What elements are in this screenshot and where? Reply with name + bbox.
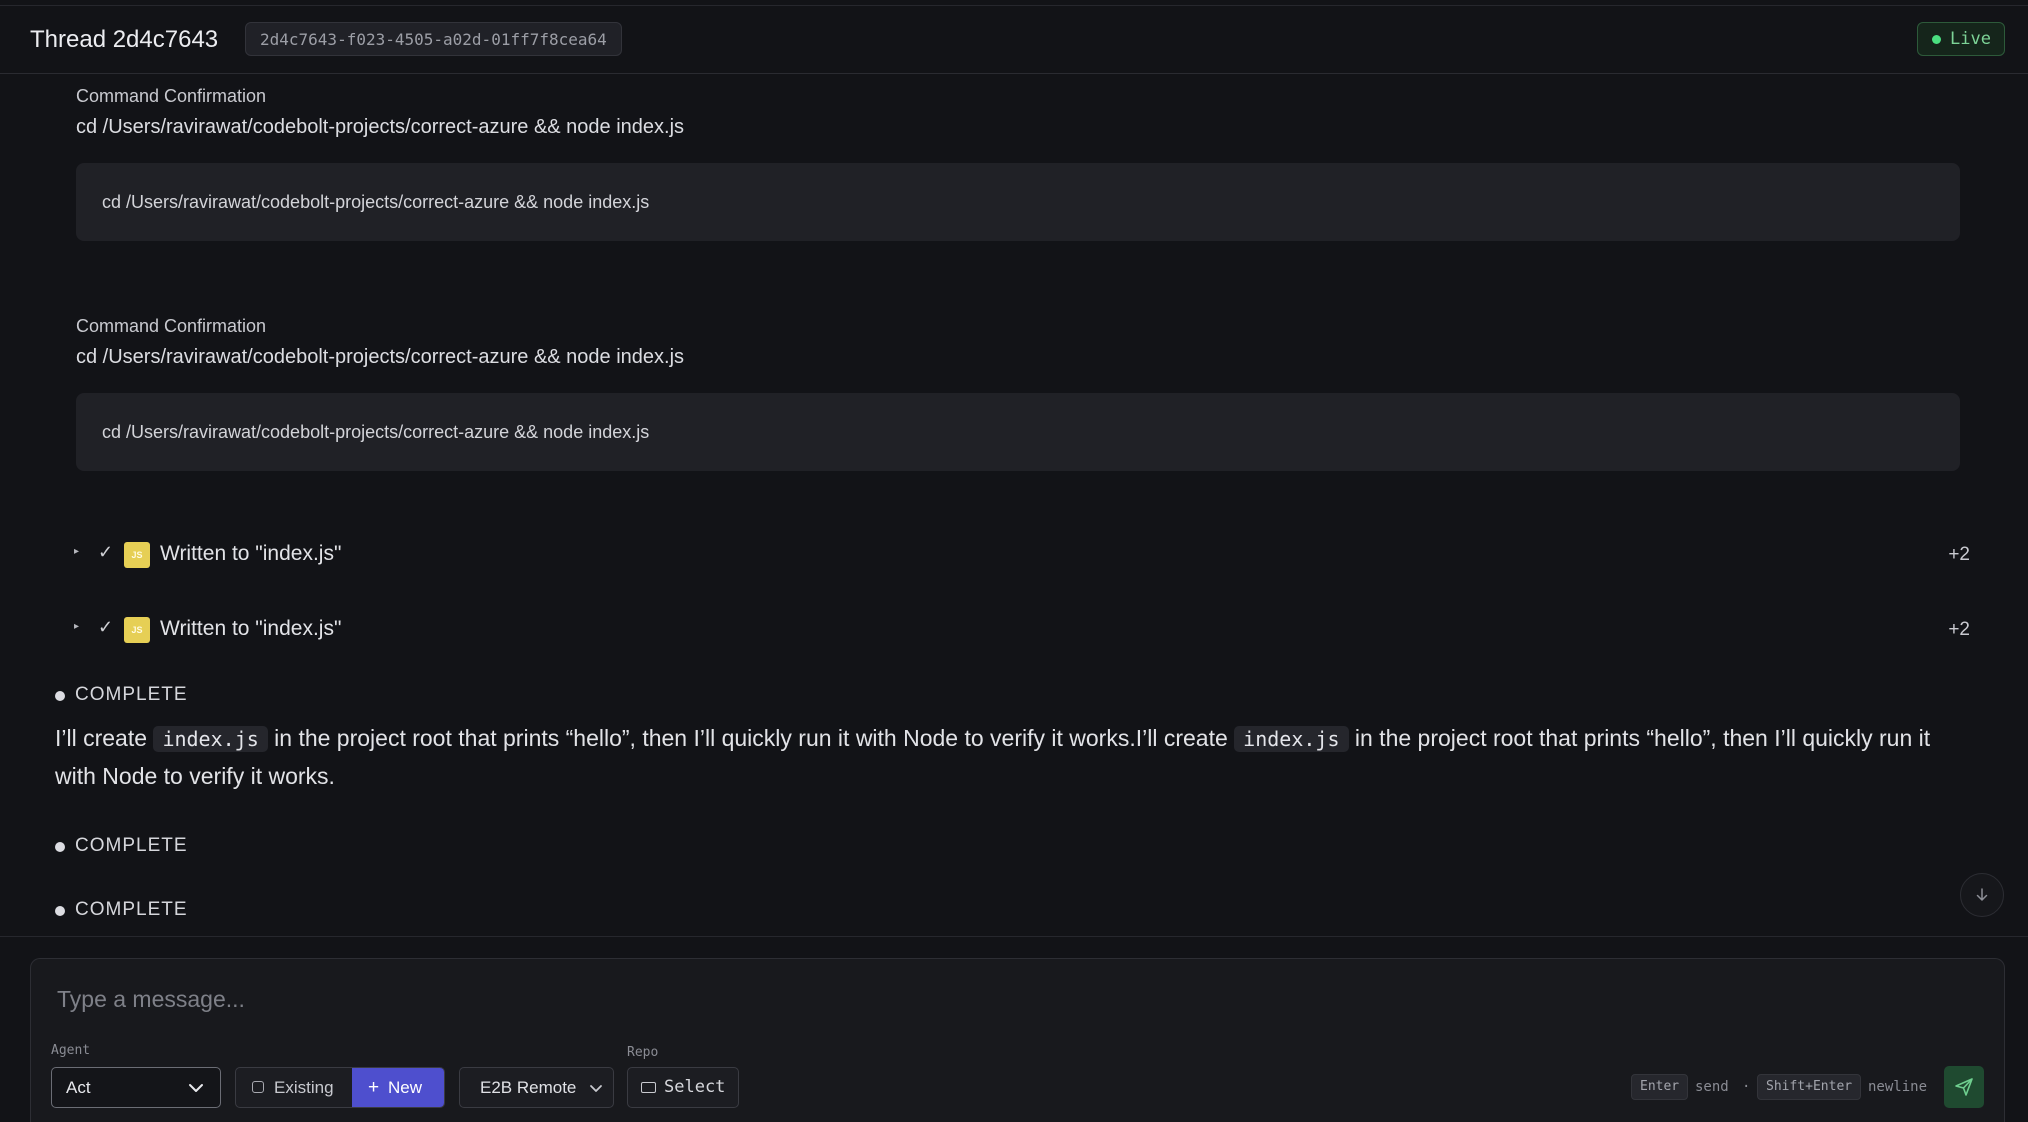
js-file-icon: JS [124,542,150,568]
plus-icon: + [368,1077,380,1098]
js-file-icon: JS [124,617,150,643]
repo-select-label: Select [664,1077,726,1097]
agent-select-value: Act [66,1078,91,1097]
command-code-block: cd /Users/ravirawat/codebolt-projects/co… [76,393,1960,471]
scroll-to-bottom-button[interactable] [1960,873,2004,917]
shift-enter-key-hint: Shift+Enter [1757,1074,1862,1100]
command-confirmation-label: Command Confirmation [76,316,267,336]
check-icon: ✓ [98,617,114,637]
agent-select[interactable]: Act [51,1067,221,1108]
repo-select-button[interactable]: Select [627,1067,739,1108]
enter-key-hint: Enter [1631,1074,1689,1100]
caret-right-icon[interactable]: ▸ [74,621,79,632]
command-text: cd /Users/ravirawat/codebolt-projects/co… [76,346,685,368]
new-label: New [388,1078,423,1097]
line-change-count: +2 [1948,544,1970,565]
composer-divider [0,936,2028,937]
hint-separator: · [1742,1079,1751,1095]
cube-icon [252,1081,264,1093]
message-text: I’ll create [55,725,154,751]
inline-code: index.js [1234,726,1349,752]
message-input[interactable] [57,981,1657,1017]
command-text: cd /Users/ravirawat/codebolt-projects/co… [76,116,685,138]
file-write-row[interactable]: ▸ ✓ JS Written to "index.js" +2 [70,613,1970,647]
inline-code: index.js [153,726,268,752]
status-label: COMPLETE [75,835,188,856]
command-code-block: cd /Users/ravirawat/codebolt-projects/co… [76,163,1960,241]
check-icon: ✓ [98,542,114,562]
line-change-count: +2 [1948,619,1970,640]
message-composer: Agent Act Existing + New E2B Remote Repo… [30,958,2005,1122]
status-dot-icon [55,906,65,916]
status-label: COMPLETE [75,899,188,920]
file-write-label: Written to "index.js" [160,542,342,565]
command-confirmation-label: Command Confirmation [76,86,267,106]
repo-field-label: Repo [627,1045,659,1060]
live-status-badge: Live [1917,22,2005,56]
thread-header: Thread 2d4c7643 2d4c7643-f023-4505-a02d-… [0,6,2028,74]
environment-select[interactable]: E2B Remote [459,1067,614,1108]
send-icon [1955,1078,1973,1096]
agent-field-label: Agent [51,1043,91,1058]
chevron-down-icon [589,1068,603,1107]
newline-hint-text: newline [1868,1079,1928,1095]
existing-label: Existing [274,1078,334,1097]
agent-mode-toggle: Existing + New [235,1067,445,1108]
status-dot-icon [55,691,65,701]
caret-right-icon[interactable]: ▸ [74,546,79,557]
new-agent-button[interactable]: + New [352,1068,444,1107]
assistant-message: I’ll create index.js in the project root… [55,720,1975,795]
status-label: COMPLETE [75,684,188,705]
thread-id-badge[interactable]: 2d4c7643-f023-4505-a02d-01ff7f8cea64 [245,22,622,56]
thread-title: Thread 2d4c7643 [30,26,219,53]
chevron-down-icon [188,1068,204,1107]
environment-value: E2B Remote [480,1078,577,1097]
file-write-label: Written to "index.js" [160,617,342,640]
file-write-row[interactable]: ▸ ✓ JS Written to "index.js" +2 [70,538,1970,572]
send-hint-text: send [1695,1079,1729,1095]
message-text: in the project root that prints “hello”,… [267,725,1235,751]
live-status-label: Live [1950,29,1991,49]
status-dot-icon [55,842,65,852]
send-button[interactable] [1944,1066,1984,1108]
arrow-down-icon [1976,888,1988,901]
live-dot-icon [1932,35,1941,44]
folder-icon [641,1082,656,1093]
existing-agent-button[interactable]: Existing [236,1068,352,1107]
